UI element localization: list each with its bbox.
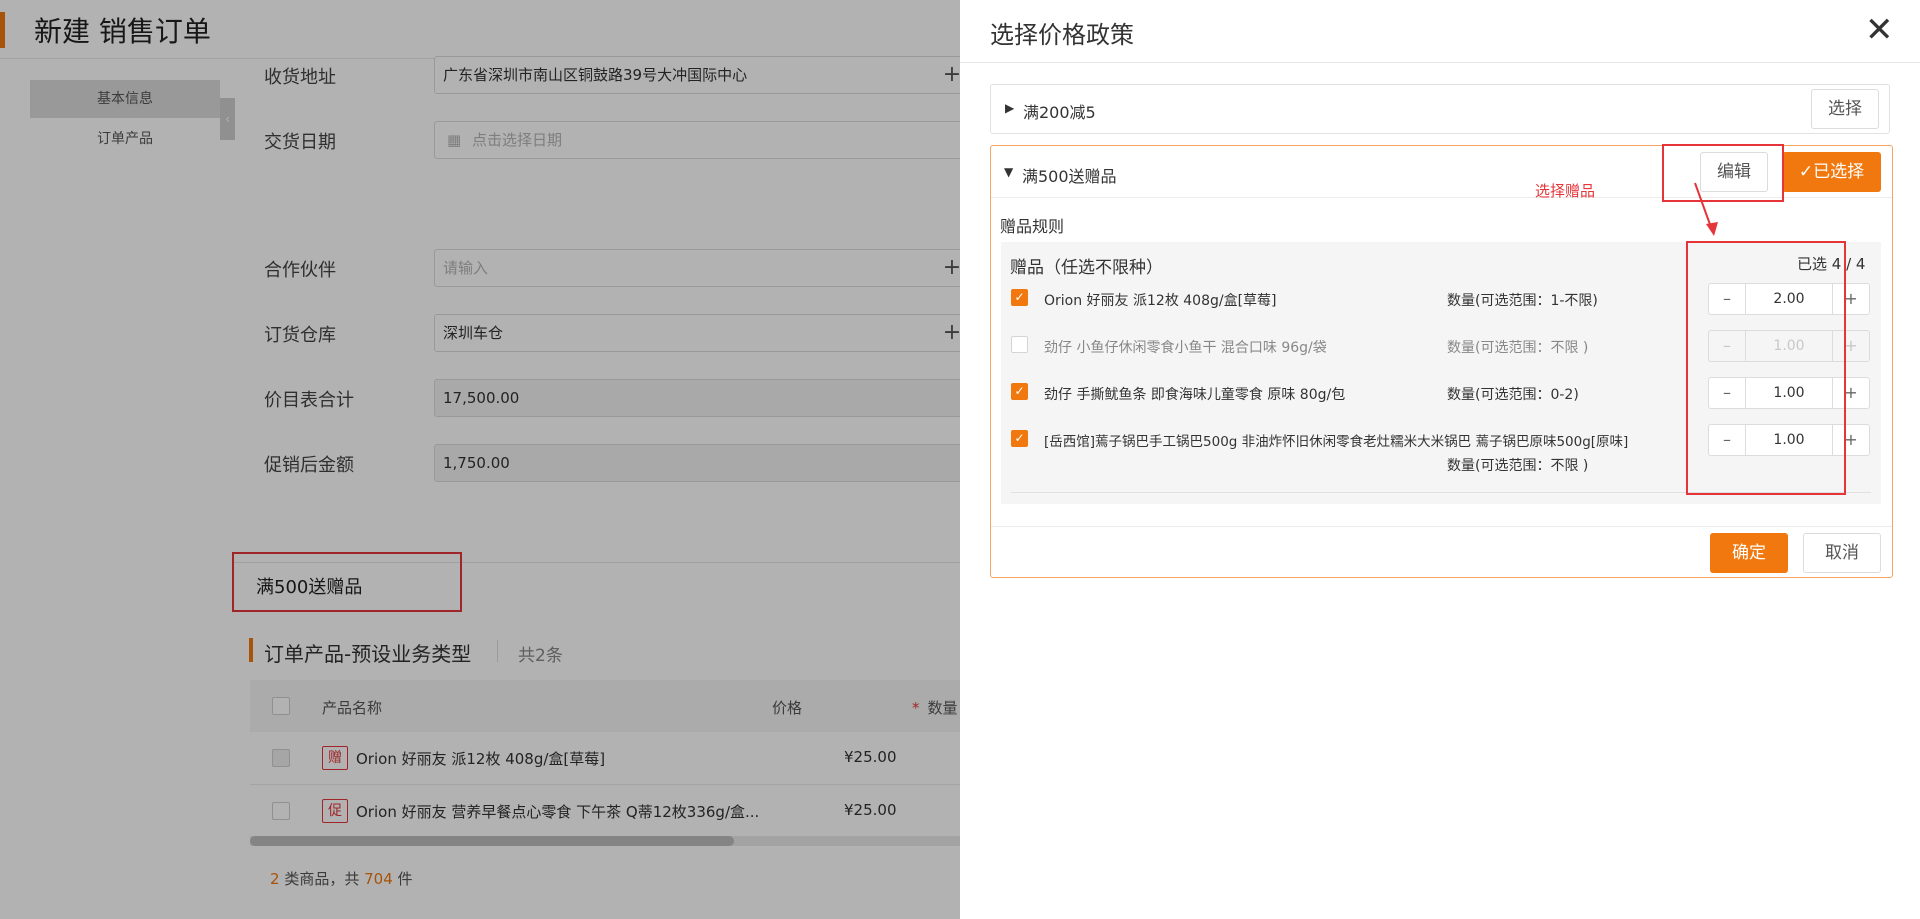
close-icon[interactable]: ✕ [1865,10,1894,50]
gift-name: 劲仔 手撕鱿鱼条 即食海味儿童零食 原味 80g/包 [1044,387,1346,403]
gift-header: 赠品（任选不限种） [1010,258,1163,278]
gift-checkbox[interactable]: ✓ [1011,383,1028,400]
gift-checkbox[interactable]: ✓ [1011,289,1028,306]
policy-name: 满200减5 [1023,103,1096,122]
caret-down-icon[interactable]: ▼ [1004,165,1013,179]
gift-qty-range: 数量(可选范围：0-2) [1447,387,1579,403]
selected-label: 已选择 [1813,162,1865,182]
confirm-button[interactable]: 确定 [1710,533,1788,573]
gift-qty-range: 数量(可选范围：1-不限) [1447,293,1598,309]
gift-qty-range: 数量(可选范围：不限 ) [1447,458,1589,474]
gift-name: [岳西馆]蔫子锅巴手工锅巴500g 非油炸怀旧休闲零食老灶糯米大米锅巴 蔫子锅巴… [1044,434,1629,450]
gift-name: 劲仔 小鱼仔休闲零食小鱼干 混合口味 96g/袋 [1044,340,1327,356]
divider [960,62,1920,63]
drawer-title: 选择价格政策 [990,21,1134,49]
gift-checkbox[interactable]: ✓ [1011,430,1028,447]
annotation-highlight-quantities [1686,241,1846,495]
check-icon: ✓ [1798,162,1814,182]
modal-overlay[interactable] [0,0,960,919]
policy-card-1[interactable]: ▶ 满200减5 选择 [990,84,1890,134]
annotation-arrow-icon [1694,182,1718,236]
gift-name: Orion 好丽友 派12枚 408g/盒[草莓] [1044,293,1277,309]
gift-qty-range: 数量(可选范围：不限 ) [1447,340,1589,356]
annotation-highlight-edit [1662,144,1784,202]
gift-checkbox[interactable] [1011,336,1028,353]
select-policy-button[interactable]: 选择 [1811,89,1879,129]
cancel-button[interactable]: 取消 [1803,533,1881,573]
caret-right-icon[interactable]: ▶ [1005,101,1014,115]
price-policy-drawer: 选择价格政策 ✕ ▶ 满200减5 选择 ▼ 满500送赠品 编辑 ✓已选择 赠… [960,0,1920,919]
divider [991,526,1892,527]
gift-rules-label: 赠品规则 [1000,217,1065,236]
selected-button[interactable]: ✓已选择 [1782,152,1881,192]
annotation-label: 选择赠品 [1535,182,1596,200]
policy-name: 满500送赠品 [1022,167,1117,186]
